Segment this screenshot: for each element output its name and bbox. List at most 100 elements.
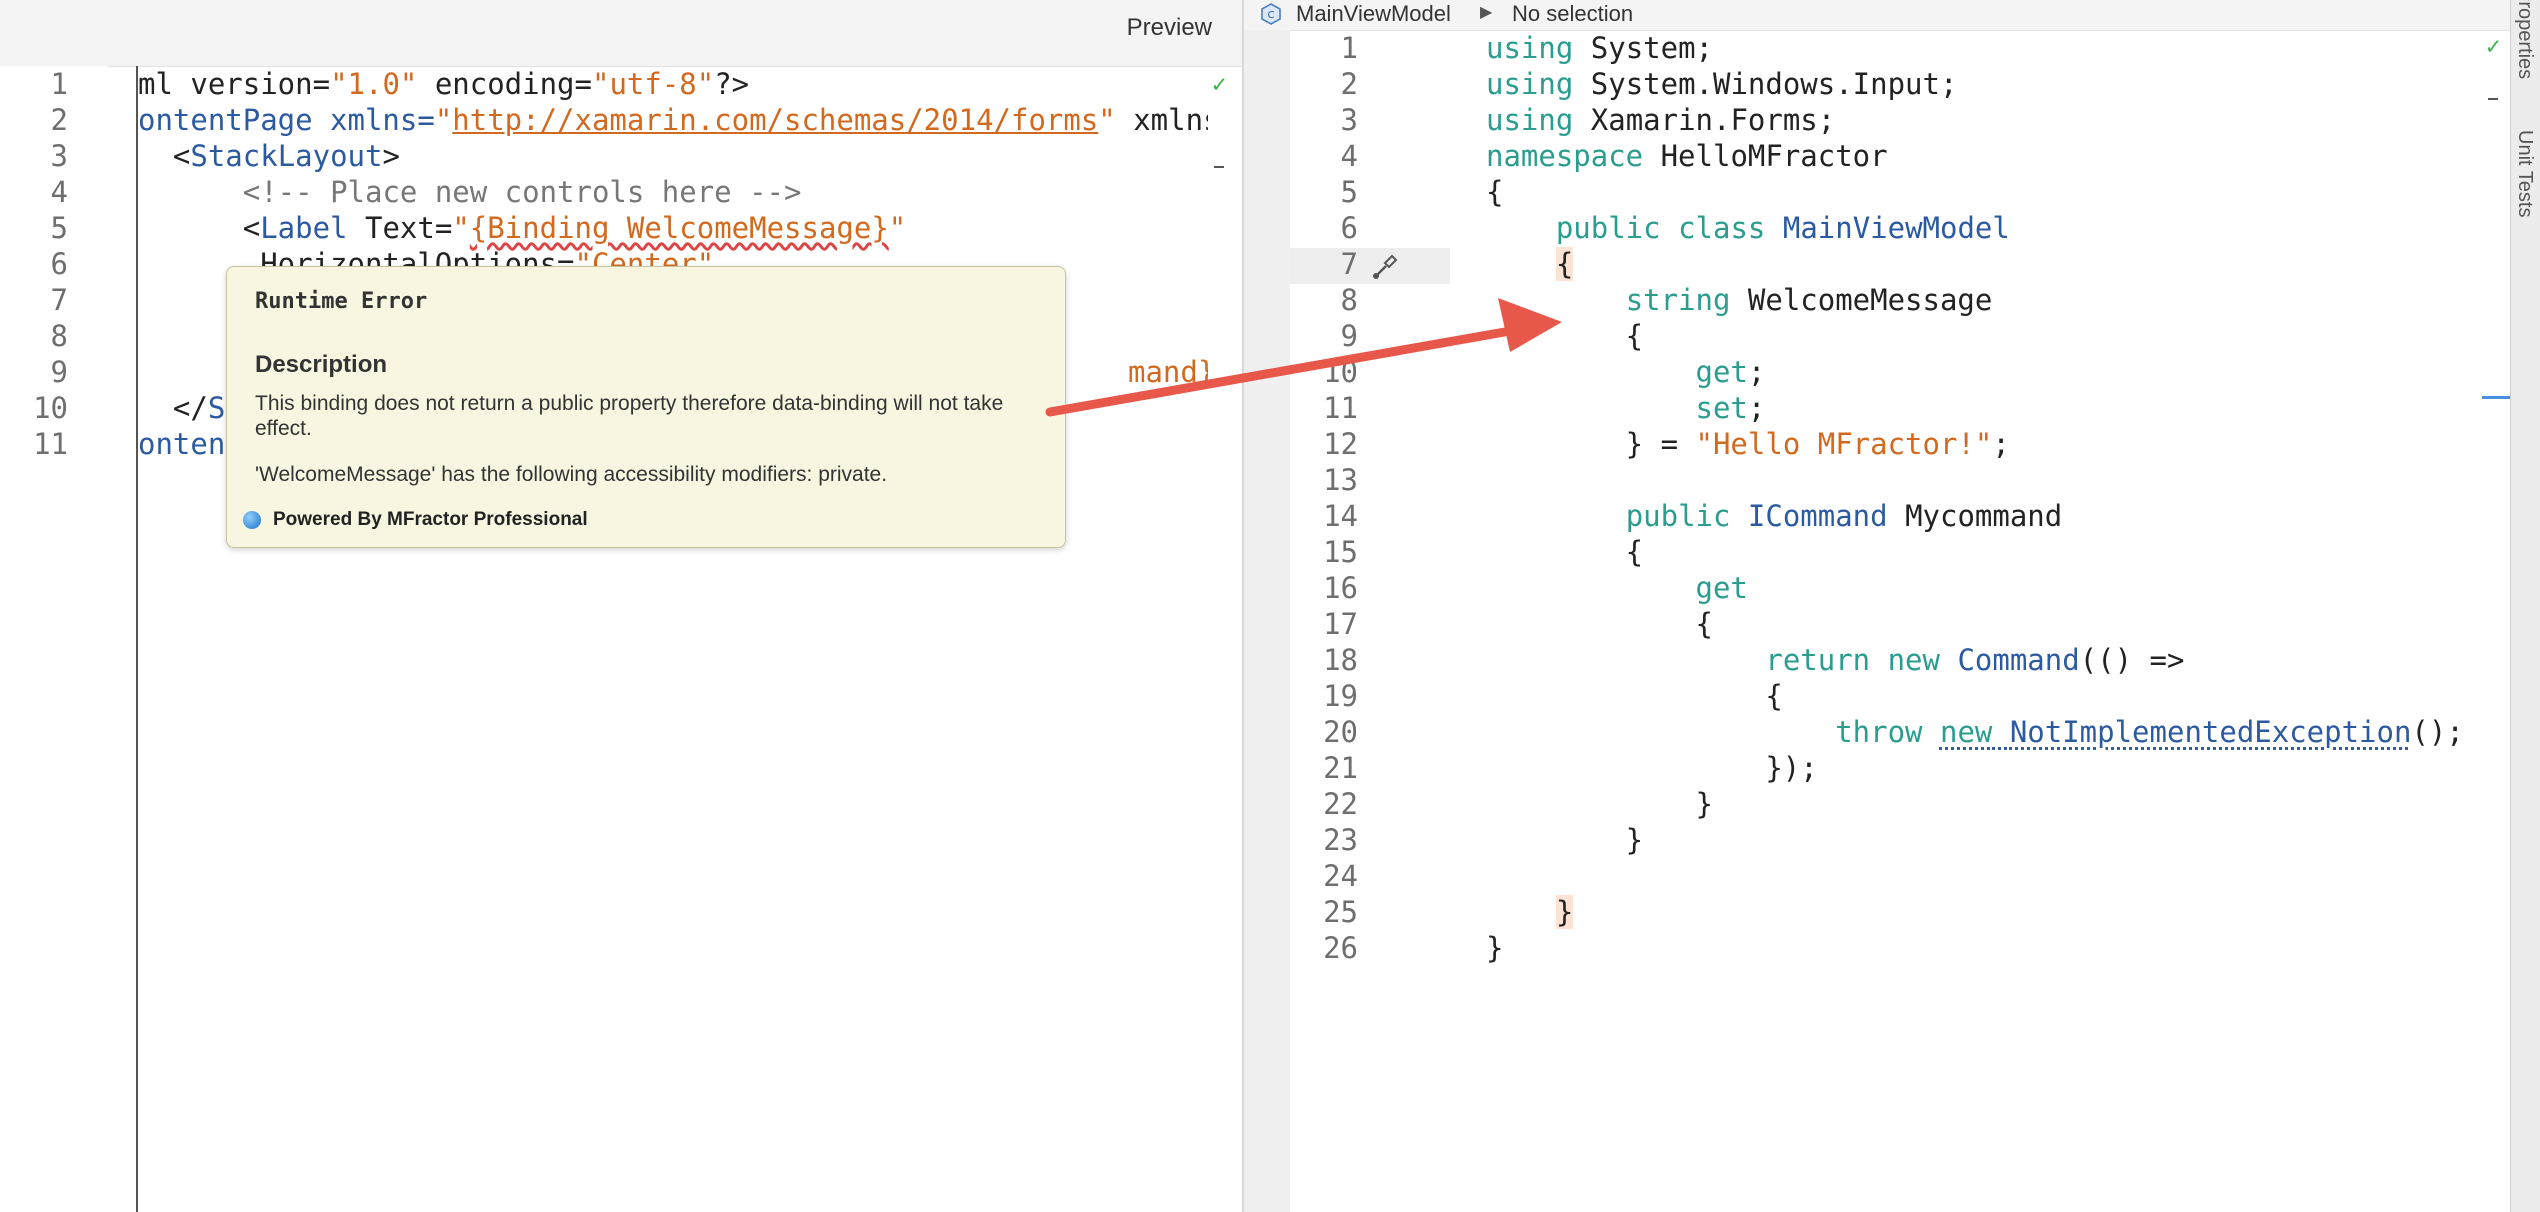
- line-number: 24: [1323, 859, 1358, 893]
- code-line-25: }: [1555, 895, 1574, 929]
- line-number: 26: [1323, 931, 1358, 965]
- line-number: 9: [50, 355, 68, 389]
- code-line-2: using System.Windows.Input;: [1486, 67, 1958, 101]
- tooltip-description-heading: Description: [255, 351, 388, 378]
- line-number: 10: [1323, 355, 1358, 389]
- code-line-3: <StackLayout>: [138, 139, 400, 173]
- csharp-editor-pane: C MainViewModel ▶ No selection 1 2 3 4 5…: [1244, 0, 2510, 1212]
- code-line-16: get: [1695, 571, 1748, 605]
- line-number: 1: [50, 67, 68, 101]
- line-number: 17: [1323, 607, 1358, 641]
- line-number: 16: [1323, 571, 1358, 605]
- code-line-19: {: [1486, 679, 1783, 713]
- overview-marker: [2488, 98, 2498, 100]
- code-line-5: {: [1486, 175, 1504, 209]
- schema-url-link[interactable]: http://xamarin.com/schemas/2014/forms: [452, 103, 1098, 137]
- line-number: 7: [1340, 247, 1358, 281]
- code-line-9: {: [1486, 319, 1644, 353]
- line-number: 3: [1340, 103, 1358, 137]
- line-number: 1: [1340, 31, 1358, 65]
- code-line-3: using Xamarin.Forms;: [1486, 103, 1836, 137]
- line-number: 23: [1323, 823, 1358, 857]
- line-number: 5: [50, 211, 68, 245]
- preview-button[interactable]: Preview: [1127, 14, 1212, 42]
- csharp-code-area[interactable]: 1 2 3 4 5 6 7 8 9 10 11 12 13 14 15 16 1…: [1290, 30, 2480, 1212]
- line-number: 7: [50, 283, 68, 317]
- breadcrumb: C MainViewModel ▶ No selection: [1244, 0, 2510, 31]
- line-number: 9: [1340, 319, 1358, 353]
- line-number: 18: [1323, 643, 1358, 677]
- code-line-10: get;: [1695, 355, 1766, 389]
- code-line-23: }: [1486, 823, 1644, 857]
- csharp-code-text: using System; using System.Windows.Input…: [1486, 30, 2480, 1210]
- line-number: 25: [1323, 895, 1358, 929]
- xaml-code-area[interactable]: ml version="1.0" encoding="utf-8"?> onte…: [138, 66, 1208, 1212]
- code-line-22: }: [1486, 787, 1713, 821]
- line-number: 19: [1323, 679, 1358, 713]
- paintbrush-icon[interactable]: [1370, 254, 1400, 280]
- unit-tests-tab[interactable]: Unit Tests: [2513, 130, 2536, 217]
- line-number: 6: [1340, 211, 1358, 245]
- tooltip-footer-text: Powered By MFractor Professional: [273, 509, 588, 530]
- line-number: 13: [1323, 463, 1358, 497]
- code-line-11: set;: [1695, 391, 1766, 425]
- mfractor-logo: [243, 511, 261, 529]
- line-number: 4: [50, 175, 68, 209]
- checkmark-icon: ✓: [2486, 32, 2501, 60]
- line-number: 21: [1323, 751, 1358, 785]
- line-number: 12: [1323, 427, 1358, 461]
- code-line-1: using System;: [1486, 31, 1713, 65]
- code-line-18: return new Command(() =>: [1765, 643, 2185, 677]
- code-line-17: {: [1486, 607, 1713, 641]
- scroll-position-marker: [2482, 396, 2510, 399]
- code-line-4: namespace HelloMFractor: [1486, 139, 1888, 173]
- code-line-7: {: [1555, 247, 1574, 281]
- line-number: 8: [1340, 283, 1358, 317]
- breadcrumb-separator-icon: ▶: [1480, 4, 1493, 21]
- line-number: 8: [50, 319, 68, 353]
- tooltip-description: This binding does not return a public pr…: [255, 392, 1004, 440]
- xaml-editor-toolbar: Preview: [0, 0, 1242, 67]
- line-number: 2: [50, 103, 68, 137]
- tooltip-title: Runtime Error: [255, 289, 428, 314]
- svg-text:C: C: [1268, 10, 1275, 21]
- left-margin-strip: [1244, 30, 1290, 1212]
- code-line-9: mand}"/>: [1128, 355, 1208, 389]
- checkmark-icon: ✓: [1212, 70, 1227, 98]
- code-line-14: public ICommand Mycommand: [1625, 499, 2063, 533]
- line-number: 10: [33, 391, 68, 425]
- line-number: 11: [1323, 391, 1358, 425]
- line-number: 2: [1340, 67, 1358, 101]
- runtime-error-tooltip: Runtime Error Description This binding d…: [226, 266, 1066, 548]
- xaml-line-number-gutter: 1 2 3 4 5 6 7 8 9 10 11: [0, 66, 108, 1212]
- class-icon: C: [1261, 3, 1281, 25]
- unimplemented-exception-hint[interactable]: NotImplementedException: [2010, 715, 2412, 749]
- line-number: 6: [50, 247, 68, 281]
- code-line-26: }: [1486, 931, 1504, 965]
- binding-error-squiggle[interactable]: {Binding WelcomeMessage}: [470, 211, 889, 245]
- line-number: 3: [50, 139, 68, 173]
- overview-marker: [1214, 166, 1224, 168]
- side-panel: Properties Unit Tests: [2510, 0, 2540, 1212]
- code-line-6: public class MainViewModel: [1555, 211, 2010, 245]
- code-line-8: string WelcomeMessage: [1625, 283, 1993, 317]
- code-line-4: <!-- Place new controls here -->: [242, 175, 802, 209]
- line-number: 14: [1323, 499, 1358, 533]
- breadcrumb-member[interactable]: No selection: [1512, 1, 1633, 27]
- line-number: 15: [1323, 535, 1358, 569]
- line-number: 22: [1323, 787, 1358, 821]
- xaml-editor-pane: Preview 1 2 3 4 5 6 7 8 9 10 11 ml versi…: [0, 0, 1242, 1212]
- code-line-1: ml version="1.0" encoding="utf-8"?>: [138, 67, 750, 101]
- tooltip-detail: 'WelcomeMessage' has the following acces…: [255, 463, 888, 486]
- code-line-21: });: [1486, 751, 1818, 785]
- code-line-15: {: [1486, 535, 1644, 569]
- code-line-5: <Label Text="{Binding WelcomeMessage}": [138, 211, 907, 245]
- properties-tab[interactable]: Properties: [2513, 0, 2536, 79]
- code-line-12: } = "Hello MFractor!";: [1486, 427, 2010, 461]
- code-line-20: throw new NotImplementedException();: [1835, 715, 2464, 749]
- line-number: 11: [33, 427, 68, 461]
- breadcrumb-class[interactable]: MainViewModel: [1296, 1, 1451, 27]
- tooltip-footer[interactable]: Powered By MFractor Professional: [243, 509, 588, 531]
- code-line-2: ontentPage xmlns="http://xamarin.com/sch…: [138, 103, 1208, 137]
- line-number: 5: [1340, 175, 1358, 209]
